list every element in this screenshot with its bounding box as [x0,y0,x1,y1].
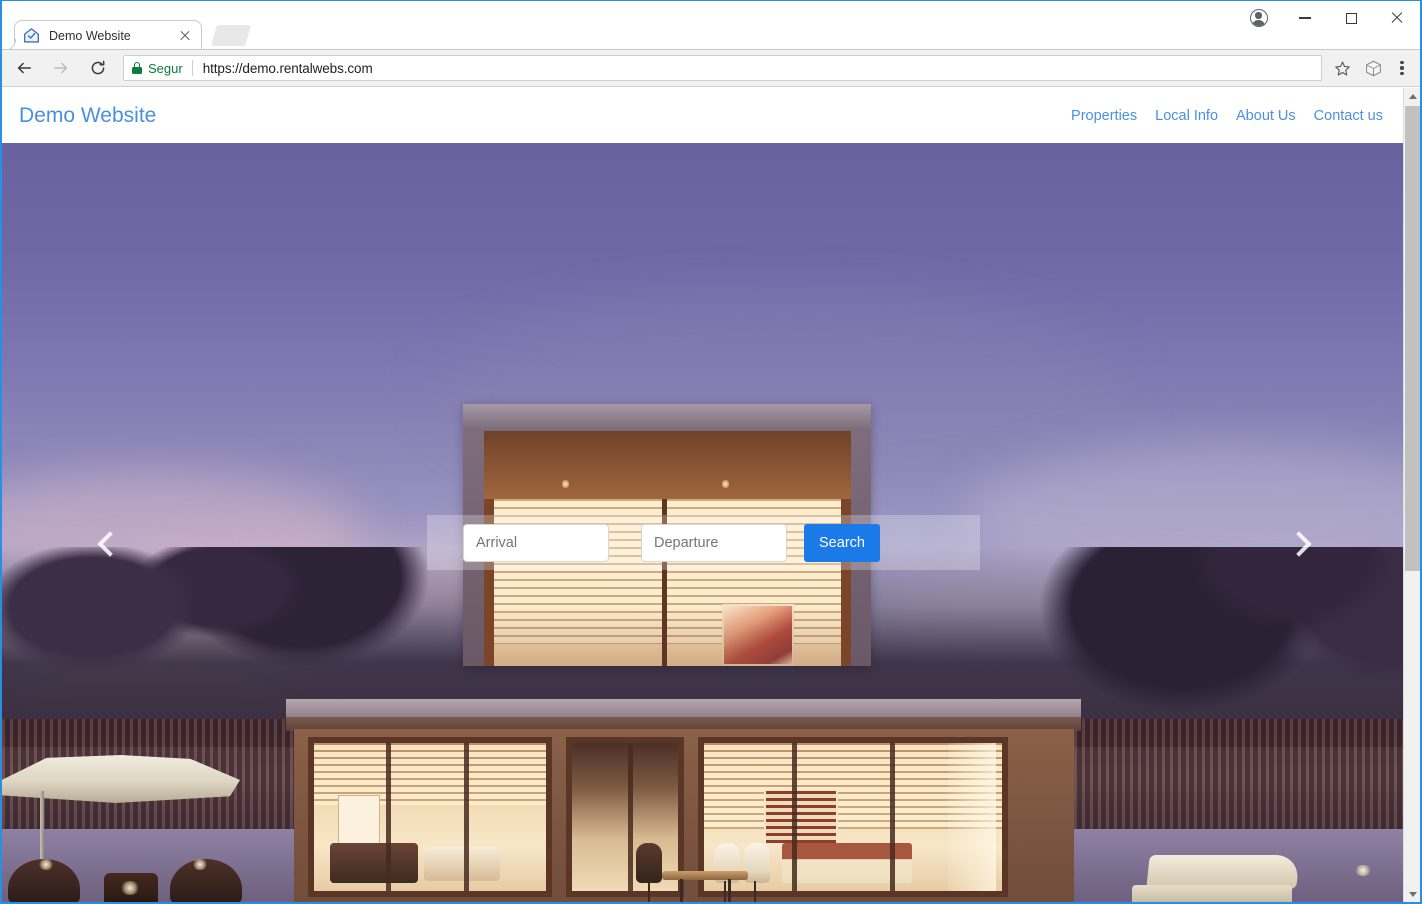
profile-avatar-icon[interactable] [1236,2,1282,34]
arrival-input[interactable] [463,523,609,562]
close-window-button[interactable] [1374,2,1420,34]
tab-close-icon[interactable] [177,28,193,44]
security-label: Segur [148,60,183,76]
booking-search-widget: Search [427,515,980,570]
departure-input[interactable] [641,523,787,562]
home-check-icon [23,27,40,44]
lock-icon [132,62,142,74]
back-arrow-icon[interactable] [8,53,39,84]
omnibox-divider [191,60,193,76]
three-dot-menu-icon[interactable] [1388,53,1416,83]
tab-demo-website[interactable]: Demo Website [4,20,202,51]
page-scrollbar[interactable] [1403,88,1420,902]
page-viewport: Demo Website Properties Local Info About… [2,88,1405,902]
dining-chair [636,843,662,883]
maximize-button[interactable] [1328,2,1374,34]
hero-carousel: Search [2,143,1405,902]
nav-link-contact-us[interactable]: Contact us [1314,108,1383,124]
site-brand[interactable]: Demo Website [19,104,156,128]
primary-nav: Properties Local Info About Us Contact u… [1071,108,1383,124]
site-navbar: Demo Website Properties Local Info About… [2,88,1405,143]
living-room [308,737,552,897]
nav-link-properties[interactable]: Properties [1071,108,1137,124]
browser-toolbar: Segur https://demo.rentalwebs.com [2,50,1420,87]
chevron-right-icon[interactable] [1283,529,1313,559]
search-button[interactable]: Search [804,523,880,562]
chevron-left-icon[interactable] [94,529,124,559]
scrollbar-thumb[interactable] [1405,106,1420,571]
reload-icon[interactable] [82,53,113,84]
forward-arrow-icon [45,53,76,84]
minimize-button[interactable] [1282,2,1328,34]
dining-table [662,871,748,880]
url-text: https://demo.rentalwebs.com [202,60,373,76]
nav-link-about-us[interactable]: About Us [1236,108,1296,124]
address-bar[interactable]: Segur https://demo.rentalwebs.com [123,55,1322,81]
tab-title: Demo Website [49,28,131,43]
tab-strip: Demo Website [2,1,1420,51]
bookmark-star-icon[interactable] [1328,54,1356,82]
scroll-up-arrow[interactable] [1404,88,1420,105]
nav-link-local-info[interactable]: Local Info [1155,108,1218,124]
browser-window: Demo Website Segur https://demo.rentalwe… [0,0,1422,904]
new-tab-button[interactable] [210,25,252,46]
window-controls [1236,1,1420,35]
scroll-down-arrow[interactable] [1404,886,1420,902]
pool-lounger-base [1132,885,1292,902]
cube-extension-icon[interactable] [1358,53,1388,83]
pool-lounger [1146,855,1300,889]
